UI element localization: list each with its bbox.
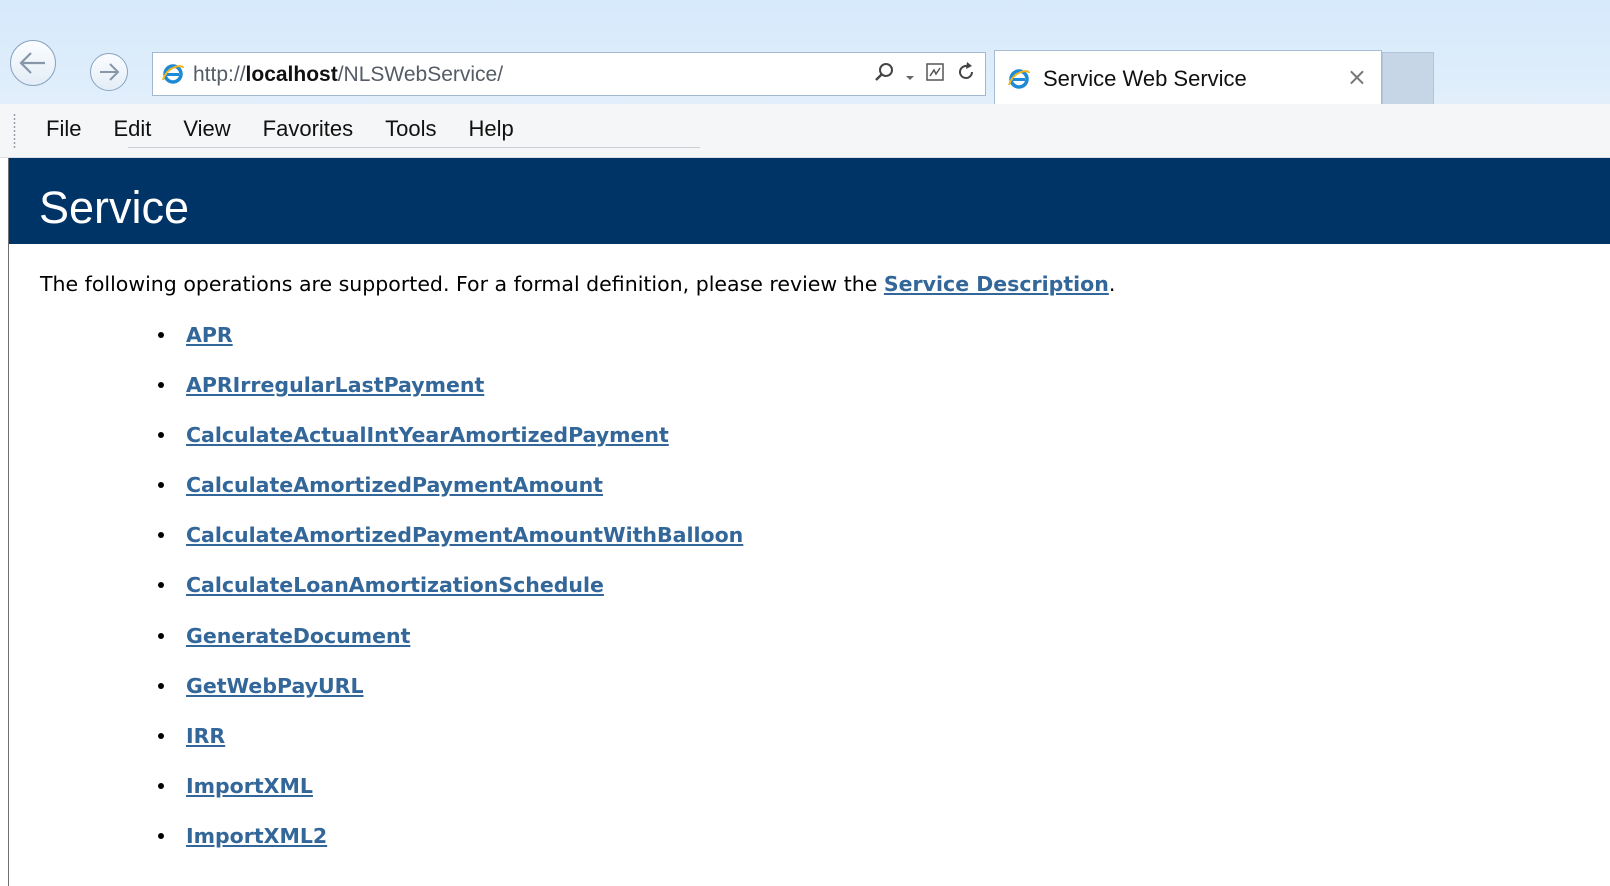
menu-favorites[interactable]: Favorites (247, 115, 369, 143)
operation-link-generatedocument[interactable]: GenerateDocument (186, 621, 410, 651)
back-button[interactable] (10, 40, 56, 86)
page-header: Service (9, 158, 1610, 244)
menu-tools[interactable]: Tools (369, 115, 452, 143)
menu-items: File Edit View Favorites Tools Help (30, 115, 530, 143)
bullet-icon (158, 482, 164, 489)
browser-toolbar: http://localhost/NLSWebService/ Service … (0, 0, 1610, 104)
internet-explorer-icon (162, 64, 184, 84)
page-content: Service The following operations are sup… (8, 158, 1610, 886)
operation-link-calculateactualintyearamortizedpayment[interactable]: CalculateActualIntYearAmortizedPayment (186, 420, 669, 450)
bullet-icon (158, 332, 164, 338)
operation-link-aprirregularlastpayment[interactable]: APRIrregularLastPayment (186, 370, 484, 400)
menu-edit[interactable]: Edit (97, 115, 167, 143)
url-host: localhost (245, 63, 338, 86)
bullet-icon (158, 682, 164, 689)
intro-text: The following operations are supported. … (40, 271, 1115, 297)
address-bar[interactable]: http://localhost/NLSWebService/ (152, 52, 986, 96)
intro-sentence: The following operations are supported. … (40, 272, 884, 296)
operation-link-calculateamortizedpaymentamountwithballoon[interactable]: CalculateAmortizedPaymentAmountWithBallo… (186, 520, 743, 550)
bullet-icon (158, 432, 164, 439)
menu-file[interactable]: File (30, 115, 97, 143)
address-tools (873, 61, 977, 88)
bullet-icon (158, 582, 164, 589)
operation-link-getwebpayurl[interactable]: GetWebPayURL (186, 671, 364, 701)
page-title: Service (39, 182, 190, 233)
back-arrow-icon (19, 52, 45, 74)
bullet-icon (158, 782, 164, 789)
operation-link-calculateloanamortizationschedule[interactable]: CalculateLoanAmortizationSchedule (186, 570, 604, 600)
operation-link-irr[interactable]: IRR (186, 721, 225, 751)
bullet-icon (158, 632, 164, 639)
url-path: /NLSWebService/ (337, 63, 504, 86)
tab-service-web-service[interactable]: Service Web Service × (994, 50, 1382, 104)
menu-grip[interactable] (13, 113, 16, 149)
menu-bar: File Edit View Favorites Tools Help (0, 104, 1610, 158)
refresh-icon[interactable] (955, 61, 977, 88)
operation-link-importxml2[interactable]: ImportXML2 (186, 821, 327, 851)
bullet-icon (158, 832, 164, 839)
search-icon[interactable] (873, 61, 895, 88)
url-text[interactable]: http://localhost/NLSWebService/ (193, 63, 503, 87)
forward-arrow-icon (100, 63, 120, 81)
close-tab-icon[interactable]: × (1347, 63, 1367, 91)
menu-divider (128, 147, 700, 148)
url-scheme: http:// (193, 63, 246, 86)
menu-help[interactable]: Help (453, 115, 530, 143)
new-tab-button[interactable] (1382, 52, 1434, 104)
compatibility-view-icon[interactable] (925, 62, 945, 87)
tab-title: Service Web Service (1043, 66, 1247, 91)
operation-link-calculateamortizedpaymentamount[interactable]: CalculateAmortizedPaymentAmount (186, 470, 603, 500)
bullet-icon (158, 382, 164, 389)
menu-view[interactable]: View (167, 115, 246, 143)
service-description-link[interactable]: Service Description (884, 272, 1109, 296)
bullet-icon (158, 532, 164, 539)
forward-button[interactable] (90, 53, 128, 91)
operation-link-apr[interactable]: APR (186, 320, 233, 350)
bullet-icon (158, 732, 164, 739)
tab-favicon-icon (1008, 69, 1030, 89)
operation-link-importxml[interactable]: ImportXML (186, 771, 313, 801)
intro-period: . (1108, 272, 1116, 296)
search-dropdown-icon[interactable] (905, 63, 915, 87)
